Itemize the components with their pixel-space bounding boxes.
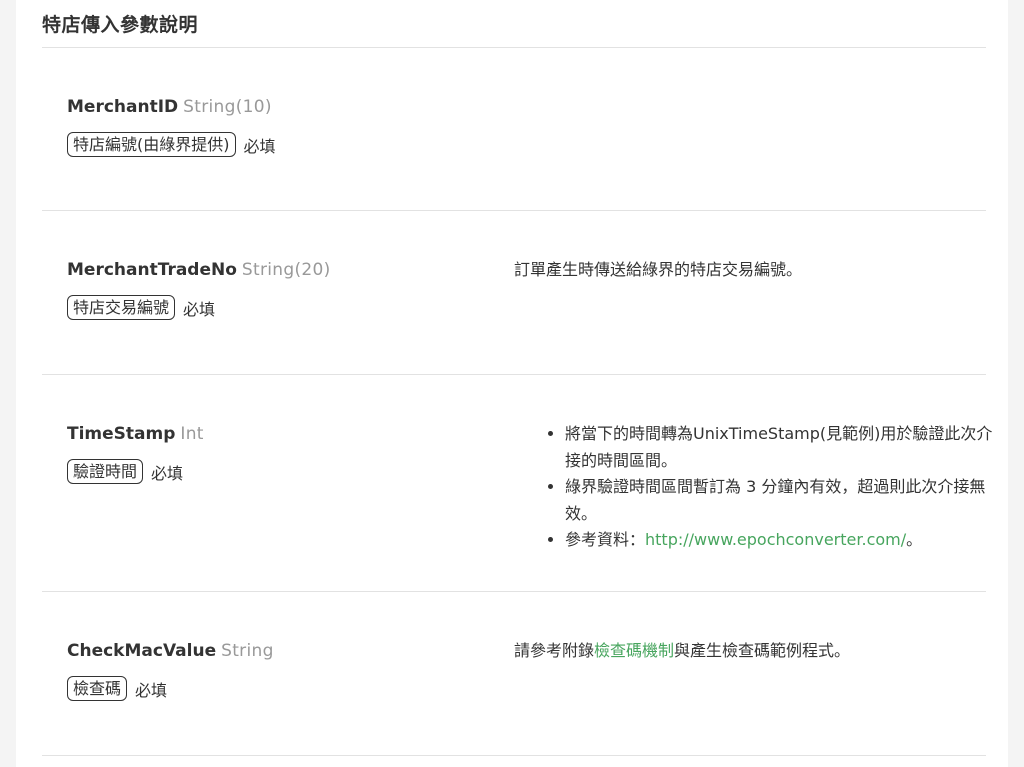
param-header: TimeStamp Int <box>67 423 204 445</box>
param-type: String(10) <box>183 97 272 117</box>
description-bullet: 綠界驗證時間區間暫訂為 3 分鐘內有效，超過則此次介接無效。 <box>565 474 995 527</box>
param-meta: 檢查碼 必填 <box>67 676 274 701</box>
param-type: Int <box>180 424 204 444</box>
param-meta: 特店編號(由綠界提供) 必填 <box>67 132 276 157</box>
section-title: 特店傳入參數說明 <box>42 14 199 36</box>
param-type: String(20) <box>241 260 331 280</box>
param-name: TimeStamp <box>67 424 176 444</box>
param-merchant-trade-no: MerchantTradeNo String(20) 特店交易編號 必填 <box>67 259 331 320</box>
description-suffix: 與產生檢查碼範例程式。 <box>674 641 851 660</box>
reference-suffix: 。 <box>906 530 923 549</box>
param-type: String <box>221 641 274 661</box>
epochconverter-link[interactable]: http://www.epochconverter.com/ <box>645 530 906 549</box>
param-name: MerchantID <box>67 97 179 117</box>
param-meta: 驗證時間 必填 <box>67 459 204 484</box>
title-divider <box>42 47 986 48</box>
description-bullet: 將當下的時間轉為UnixTimeStamp(見範例)用於驗證此次介接的時間區間。 <box>565 421 995 474</box>
row-divider <box>42 374 986 375</box>
checkmac-mechanism-link[interactable]: 檢查碼機制 <box>594 641 674 660</box>
reference-label: 參考資料： <box>565 530 646 549</box>
param-header: CheckMacValue String <box>67 640 274 662</box>
param-tag: 驗證時間 <box>67 459 144 484</box>
param-name: MerchantTradeNo <box>67 260 237 280</box>
row-divider <box>42 591 986 592</box>
param-name: CheckMacValue <box>67 641 217 661</box>
param-tag: 檢查碼 <box>67 676 128 701</box>
param-description-list: 將當下的時間轉為UnixTimeStamp(見範例)用於驗證此次介接的時間區間。… <box>538 421 995 554</box>
param-check-mac-value: CheckMacValue String 檢查碼 必填 <box>67 640 274 701</box>
param-description: 請參考附錄檢查碼機制與產生檢查碼範例程式。 <box>514 640 850 662</box>
param-timestamp: TimeStamp Int 驗證時間 必填 <box>67 423 204 484</box>
param-description: 訂單產生時傳送給綠界的特店交易編號。 <box>514 260 803 279</box>
row-divider <box>42 210 986 211</box>
row-divider <box>42 755 986 756</box>
param-header: MerchantID String(10) <box>67 96 276 118</box>
param-tag: 特店編號(由綠界提供) <box>67 132 236 157</box>
param-meta: 特店交易編號 必填 <box>67 295 331 320</box>
required-label: 必填 <box>151 463 184 483</box>
required-label: 必填 <box>135 680 168 700</box>
description-prefix: 請參考附錄 <box>514 641 595 660</box>
param-tag: 特店交易編號 <box>67 295 176 320</box>
description-bullet-reference: 參考資料：http://www.epochconverter.com/。 <box>565 527 995 554</box>
required-label: 必填 <box>183 299 216 319</box>
parameter-card: 特店傳入參數說明 MerchantID String(10) 特店編號(由綠界提供… <box>16 0 1008 767</box>
param-merchant-id: MerchantID String(10) 特店編號(由綠界提供) 必填 <box>67 96 276 157</box>
required-label: 必填 <box>243 136 276 156</box>
param-header: MerchantTradeNo String(20) <box>67 259 331 281</box>
